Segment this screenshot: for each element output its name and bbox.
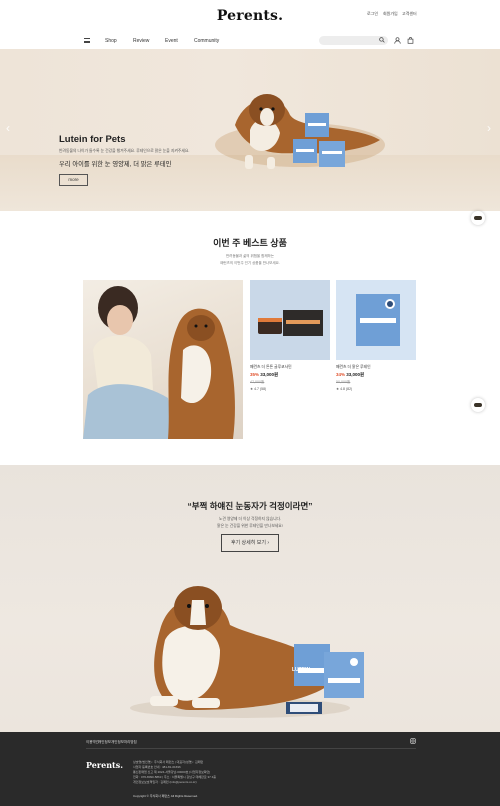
product-sale-price: 33,000원 [346, 372, 365, 377]
join-link[interactable]: 회원가입 [383, 11, 398, 17]
product-original-price: 50,000원 [336, 380, 351, 384]
floating-product-icon[interactable] [471, 398, 485, 412]
nav-event[interactable]: Event [165, 38, 178, 44]
footer-copyright: Copyright © 주식회사 페런츠 All Rights Reserved… [133, 794, 198, 798]
promo-quote: “부쩍 하얘진 눈동자가 걱정이라면” [187, 501, 313, 511]
review-detail-button[interactable]: 후기 상세히 보기 › [221, 534, 279, 552]
product-rating: ★ 4.8 (82) [336, 387, 353, 391]
product-name[interactable]: 페런츠 더 맑은 루테인 [336, 365, 371, 370]
cs-link[interactable]: 고객센터 [402, 11, 417, 17]
product-sale-price: 33,000원 [260, 372, 279, 377]
product-original-price: 47,000원 [250, 380, 265, 384]
search-icon[interactable] [379, 37, 385, 43]
product-price: 34% 33,000원 [336, 372, 364, 378]
product-price: 35% 33,000원 [250, 372, 278, 378]
best-subtitle-2: 페런츠의 이번주 인기 상품을 만나보세요. [220, 261, 280, 265]
user-icon[interactable] [394, 37, 401, 44]
site-logo[interactable]: Perents. [0, 8, 500, 24]
site-footer [0, 732, 500, 806]
hero-subtitle: 반려동물의 나이가 들수록 눈 건강을 챙겨주세요. 루테인으로 맑은 눈을 지… [59, 149, 190, 153]
promo-product-boxes [286, 644, 364, 714]
footer-terms-link[interactable]: 이용약관 [86, 740, 99, 745]
product-discount: 35% [250, 372, 260, 377]
login-link[interactable]: 로그인 [367, 11, 378, 17]
cart-icon[interactable] [407, 37, 414, 44]
product-image-lutein[interactable] [336, 280, 416, 360]
best-section-title: 이번 주 베스트 상품 [213, 238, 287, 248]
nav-community[interactable]: Community [194, 38, 219, 44]
product-name[interactable]: 페런츠 더 튼튼 글루코사민 [250, 365, 292, 370]
next-slide-icon[interactable]: › [487, 121, 491, 135]
prev-slide-icon[interactable]: ‹ [6, 121, 10, 135]
product-discount: 34% [336, 372, 346, 377]
footer-info-line: 상호명(법인명) : 주식회사 페런츠 | 대표자(성명) : 김페런 [133, 760, 204, 764]
best-feature-photo[interactable] [83, 280, 243, 439]
hero-title: Lutein for Pets [59, 134, 126, 145]
product-image-glucosamine[interactable] [250, 280, 330, 360]
footer-info-line: 통신판매업 신고 제 2024-서울강남-00000호 [사업자정보확인] [133, 770, 211, 774]
product-rating: ★ 4.7 (58) [250, 387, 267, 391]
footer-info-line: 전화 : 070-8090-5863 | 주소 : 서울특별시 강남구 테헤란로… [133, 775, 217, 779]
footer-logo[interactable]: Perents. [86, 760, 123, 770]
promo-subtitle-2: 맑은 눈 건강을 위한 루테인을 만나보세요! [217, 524, 283, 528]
nav-review[interactable]: Review [133, 38, 149, 44]
promo-product-label: LUTEIN [292, 667, 311, 673]
hero-more-button[interactable]: more [59, 174, 88, 186]
hero-tagline: 우리 아이를 위한 눈 영양제, 더 맑은 루테인 [59, 161, 172, 168]
footer-info-line: 사업자 등록번호 안내 : 481-81-01696 [133, 765, 181, 769]
instagram-icon[interactable] [410, 738, 416, 744]
footer-info-line: 개인정보보호책임자 : 김페런 (info@perents.co.kr) [133, 780, 197, 784]
nav-shop[interactable]: Shop [105, 38, 117, 44]
best-subtitle-1: 반려동물과 삶의 위험을 함께하는 [226, 254, 274, 258]
menu-icon[interactable] [84, 38, 90, 43]
footer-info-link[interactable]: 개인정보 [98, 740, 111, 745]
slide-indicator[interactable] [238, 202, 253, 220]
search-input[interactable] [319, 36, 388, 45]
hero-product-boxes [293, 113, 345, 167]
footer-privacy-link[interactable]: 개인정보처리방침 [111, 740, 137, 745]
promo-subtitle-1: 노견 영양제 더 이상 걱정하지 않습니다. [218, 517, 282, 521]
footer-divider [86, 748, 416, 749]
floating-product-icon[interactable] [471, 211, 485, 225]
